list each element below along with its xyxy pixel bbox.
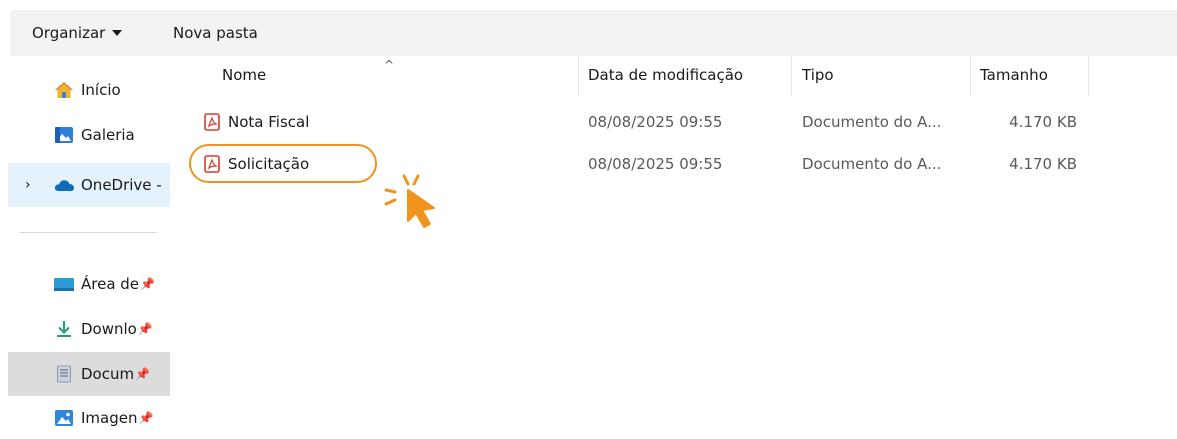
file-modified: 08/08/2025 09:55 bbox=[588, 155, 723, 173]
navigation-pane: Início Galeria › OneDrive - Área de 📌 Do… bbox=[0, 56, 170, 439]
sidebar-item-documents[interactable]: Docum 📌 bbox=[8, 352, 170, 396]
download-arrow-icon bbox=[53, 319, 75, 339]
column-separator[interactable] bbox=[970, 56, 971, 96]
organize-label: Organizar bbox=[32, 24, 106, 42]
new-folder-button[interactable]: Nova pasta bbox=[173, 10, 258, 56]
column-header-size[interactable]: Tamanho bbox=[980, 56, 1048, 96]
file-name: Solicitação bbox=[228, 155, 310, 173]
caret-down-icon bbox=[112, 30, 123, 36]
sidebar-item-label: Downlo bbox=[81, 320, 137, 338]
pin-icon[interactable]: 📌 bbox=[140, 277, 155, 291]
sidebar-item-label: Imagen bbox=[81, 409, 138, 427]
documents-icon bbox=[53, 364, 75, 384]
command-bar: Organizar Nova pasta bbox=[10, 10, 1177, 56]
home-icon bbox=[53, 80, 75, 100]
new-folder-label: Nova pasta bbox=[173, 24, 258, 42]
sidebar-divider bbox=[20, 232, 157, 233]
pin-icon[interactable]: 📌 bbox=[138, 411, 153, 425]
sidebar-item-label: OneDrive - bbox=[81, 176, 162, 194]
file-name-cell[interactable]: Nota Fiscal bbox=[176, 104, 309, 140]
pdf-icon bbox=[204, 155, 220, 173]
column-separator[interactable] bbox=[578, 56, 579, 96]
sidebar-item-label: Área de bbox=[81, 275, 140, 293]
onedrive-cloud-icon bbox=[53, 175, 75, 195]
sidebar-item-label: Galeria bbox=[81, 126, 135, 144]
sidebar-item-inicio[interactable]: Início bbox=[8, 68, 170, 112]
sidebar-item-label: Início bbox=[81, 81, 121, 99]
file-row[interactable]: Nota Fiscal 08/08/2025 09:55 Documento d… bbox=[176, 104, 1096, 140]
pin-icon[interactable]: 📌 bbox=[135, 367, 150, 381]
pictures-icon bbox=[53, 408, 75, 428]
sidebar-item-galeria[interactable]: Galeria bbox=[8, 113, 170, 157]
sidebar-item-pictures[interactable]: Imagen 📌 bbox=[8, 396, 170, 439]
column-separator[interactable] bbox=[791, 56, 792, 96]
sidebar-item-onedrive[interactable]: › OneDrive - bbox=[8, 163, 170, 207]
file-size: 4.170 KB bbox=[1009, 113, 1077, 131]
expand-chevron-icon[interactable]: › bbox=[25, 177, 31, 193]
sidebar-item-desktop[interactable]: Área de 📌 bbox=[8, 262, 170, 306]
column-separator[interactable] bbox=[1088, 56, 1089, 96]
file-explorer-window: Organizar Nova pasta Início Galeria › On… bbox=[0, 0, 1177, 439]
sidebar-item-label: Docum bbox=[81, 365, 135, 383]
column-header-name[interactable]: Nome bbox=[222, 56, 266, 96]
file-list: ^ Nome Data de modificação Tipo Tamanho … bbox=[176, 56, 1177, 439]
organize-menu-button[interactable]: Organizar bbox=[32, 10, 123, 56]
sort-ascending-icon: ^ bbox=[384, 58, 395, 72]
pdf-icon bbox=[204, 113, 220, 131]
desktop-icon bbox=[53, 274, 75, 294]
column-header-modified[interactable]: Data de modificação bbox=[588, 56, 743, 96]
file-name: Nota Fiscal bbox=[228, 113, 310, 131]
column-header-type[interactable]: Tipo bbox=[802, 56, 834, 96]
file-size: 4.170 KB bbox=[1009, 155, 1077, 173]
file-row[interactable]: Solicitação 08/08/2025 09:55 Documento d… bbox=[176, 146, 1096, 182]
sidebar-item-downloads[interactable]: Downlo 📌 bbox=[8, 307, 170, 351]
pin-icon[interactable]: 📌 bbox=[138, 322, 153, 336]
file-name-cell[interactable]: Solicitação bbox=[176, 146, 309, 182]
gallery-icon bbox=[53, 125, 75, 145]
file-type: Documento do A... bbox=[802, 155, 942, 173]
file-modified: 08/08/2025 09:55 bbox=[588, 113, 723, 131]
file-type: Documento do A... bbox=[802, 113, 942, 131]
